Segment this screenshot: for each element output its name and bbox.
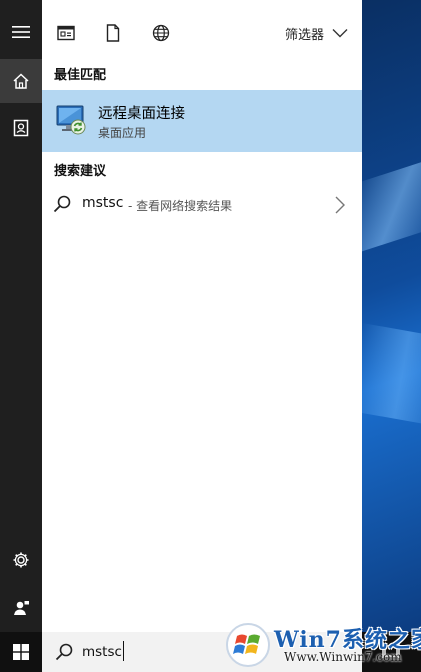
apps-icon <box>57 25 75 41</box>
search-panel: 筛选器 最佳匹配 远程桌面连接 桌面应用 搜索建议 mstsc - 查看网络搜索… <box>42 0 362 632</box>
windows-logo-icon <box>13 644 29 660</box>
web-suggestion-item[interactable]: mstsc - 查看网络搜索结果 <box>42 186 362 224</box>
remote-desktop-icon <box>56 105 86 135</box>
web-globe-icon <box>152 24 170 42</box>
desktop-wallpaper <box>362 0 421 632</box>
search-icon <box>53 195 71 213</box>
task-view-icon <box>382 644 400 658</box>
best-match-heading: 最佳匹配 <box>54 68 107 83</box>
suggestion-query: mstsc <box>82 195 124 211</box>
settings-gear-icon <box>13 552 29 568</box>
best-match-result[interactable]: 远程桌面连接 桌面应用 <box>42 90 362 152</box>
taskbar: mstsc <box>0 632 421 672</box>
chevron-down-icon <box>332 29 348 38</box>
search-input[interactable]: mstsc <box>82 644 122 660</box>
notebook-icon <box>13 119 29 137</box>
apps-filter-button[interactable] <box>55 22 77 44</box>
taskbar-search-box[interactable]: mstsc <box>42 632 362 672</box>
wallpaper-light-beam <box>362 155 421 255</box>
search-icon <box>55 643 73 661</box>
web-filter-button[interactable] <box>150 22 172 44</box>
start-button[interactable] <box>0 632 42 672</box>
documents-filter-button[interactable] <box>102 22 124 44</box>
filter-dropdown[interactable]: 筛选器 <box>285 22 348 44</box>
chevron-right-icon[interactable] <box>334 195 346 215</box>
document-icon <box>106 24 120 42</box>
suggestion-hint: - 查看网络搜索结果 <box>128 199 233 213</box>
result-type: 桌面应用 <box>98 126 147 140</box>
feedback-button[interactable] <box>0 586 42 630</box>
hamburger-menu-icon <box>12 26 30 38</box>
start-rail <box>0 0 42 632</box>
task-view-button[interactable] <box>370 632 412 672</box>
filter-label: 筛选器 <box>284 27 324 43</box>
home-button[interactable] <box>0 59 42 103</box>
home-icon <box>13 73 29 89</box>
text-caret <box>123 641 124 661</box>
settings-button[interactable] <box>0 538 42 582</box>
wallpaper-light-beam <box>362 322 421 428</box>
feedback-person-icon <box>14 601 29 615</box>
result-name: 远程桌面连接 <box>98 106 185 122</box>
hamburger-menu-button[interactable] <box>0 10 42 54</box>
notebook-button[interactable] <box>0 106 42 150</box>
search-topbar: 筛选器 <box>42 8 362 56</box>
suggestions-heading: 搜索建议 <box>54 164 107 179</box>
